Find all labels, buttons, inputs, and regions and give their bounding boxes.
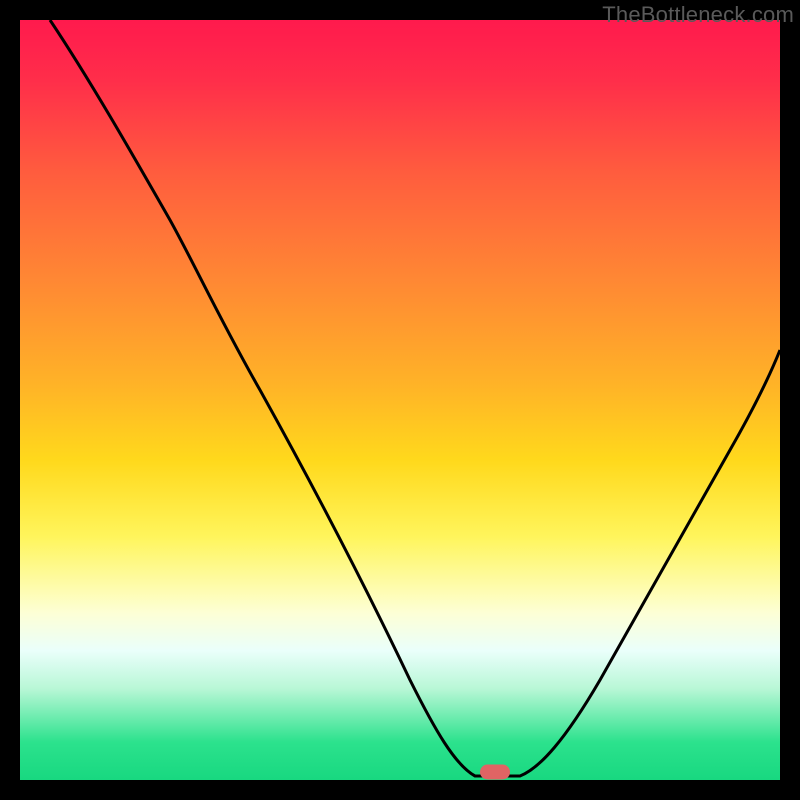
chart-frame: TheBottleneck.com — [0, 0, 800, 800]
optimal-marker — [480, 765, 510, 780]
bottleneck-curve — [20, 20, 780, 780]
watermark-text: TheBottleneck.com — [602, 2, 794, 28]
plot-area — [20, 20, 780, 780]
curve-path — [50, 20, 780, 776]
